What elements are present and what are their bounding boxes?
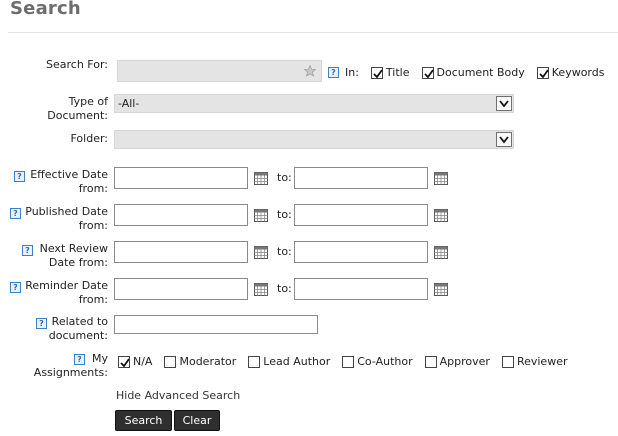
date-from-input[interactable] [114,204,248,226]
clear-button[interactable]: Clear [174,410,220,431]
keywords-checkbox[interactable] [536,66,549,79]
doc-type-label: Type of Document: [20,95,108,123]
date-row-label: Effective Date from: [20,168,108,196]
calendar-icon[interactable] [434,246,448,259]
related-label: Related to document: [20,315,108,343]
date-row-label-line1: Published Date [25,205,108,218]
doc-type-value: -All- [118,97,140,110]
lead-author-checkbox[interactable] [248,355,261,368]
related-label-line2: document: [48,329,108,342]
document-body-checkbox-label: Document Body [436,66,525,79]
folder-select[interactable] [114,130,514,149]
doc-type-label-line2: Document: [47,109,108,122]
date-row-label-line2: Date from: [48,256,108,269]
search-button[interactable]: Search [115,410,172,431]
approver-checkbox[interactable] [424,355,437,368]
related-document-input[interactable] [114,315,318,334]
chevron-down-icon[interactable] [496,96,512,111]
assignments-options: N/A Moderator Lead Author Co-Author Appr… [118,355,568,368]
doc-type-select[interactable]: -All- [114,94,514,113]
reviewer-checkbox-label: Reviewer [516,355,568,368]
date-from-input[interactable] [114,278,248,300]
calendar-icon[interactable] [254,283,268,296]
date-row-label-line1: Next Review [39,242,108,255]
date-to-input[interactable] [294,167,428,189]
search-for-label: Search For: [46,58,108,71]
calendar-icon[interactable] [254,209,268,222]
related-label-line1: Related to [51,315,108,328]
hide-advanced-search-link[interactable]: Hide Advanced Search [116,389,240,402]
date-to-input[interactable] [294,204,428,226]
search-in-options: In: Title Document Body Keywords [345,66,604,79]
assignments-label: My Assignments: [20,352,108,380]
calendar-icon[interactable] [434,172,448,185]
na-checkbox[interactable] [118,355,130,368]
in-label: In: [345,66,359,79]
approver-checkbox-label: Approver [439,355,490,368]
date-row-label: Reminder Date from: [20,279,108,307]
help-icon[interactable]: ? [328,66,339,78]
date-to-label: to: [277,171,292,184]
calendar-icon[interactable] [434,283,448,296]
document-body-checkbox[interactable] [421,66,434,79]
folder-label: Folder: [70,132,108,145]
doc-type-label-line1: Type of [68,95,108,108]
search-input[interactable] [117,60,322,82]
date-row-label-line2: from: [78,219,108,232]
date-to-label: to: [277,245,292,258]
date-row-label: Published Date from: [20,205,108,233]
calendar-icon[interactable] [434,209,448,222]
date-to-input[interactable] [294,278,428,300]
date-to-label: to: [277,208,292,221]
assignments-label-line2: Assignments: [33,366,108,379]
page-title: Search [10,0,81,19]
search-for-help[interactable]: ? [328,65,339,78]
co-author-checkbox-label: Co-Author [357,355,413,368]
title-divider [8,32,618,33]
star-icon[interactable] [304,65,316,77]
moderator-checkbox[interactable] [164,355,177,368]
date-row-label-line1: Reminder Date [25,279,108,292]
title-checkbox-label: Title [385,66,410,79]
calendar-icon[interactable] [254,246,268,259]
date-row-label-line1: Effective Date [30,168,108,181]
moderator-checkbox-label: Moderator [179,355,237,368]
date-to-input[interactable] [294,241,428,263]
na-checkbox-label: N/A [133,355,153,368]
co-author-checkbox[interactable] [342,355,355,368]
date-row-label: Next Review Date from: [20,242,108,270]
date-row-label-line2: from: [78,293,108,306]
assignments-label-line1: My [91,352,108,365]
calendar-icon[interactable] [254,172,268,185]
reviewer-checkbox[interactable] [501,355,514,368]
chevron-down-icon[interactable] [496,132,512,147]
date-from-input[interactable] [114,167,248,189]
date-row-label-line2: from: [78,182,108,195]
lead-author-checkbox-label: Lead Author [263,355,331,368]
date-to-label: to: [277,282,292,295]
title-checkbox[interactable] [370,66,383,79]
keywords-checkbox-label: Keywords [551,66,605,79]
date-from-input[interactable] [114,241,248,263]
